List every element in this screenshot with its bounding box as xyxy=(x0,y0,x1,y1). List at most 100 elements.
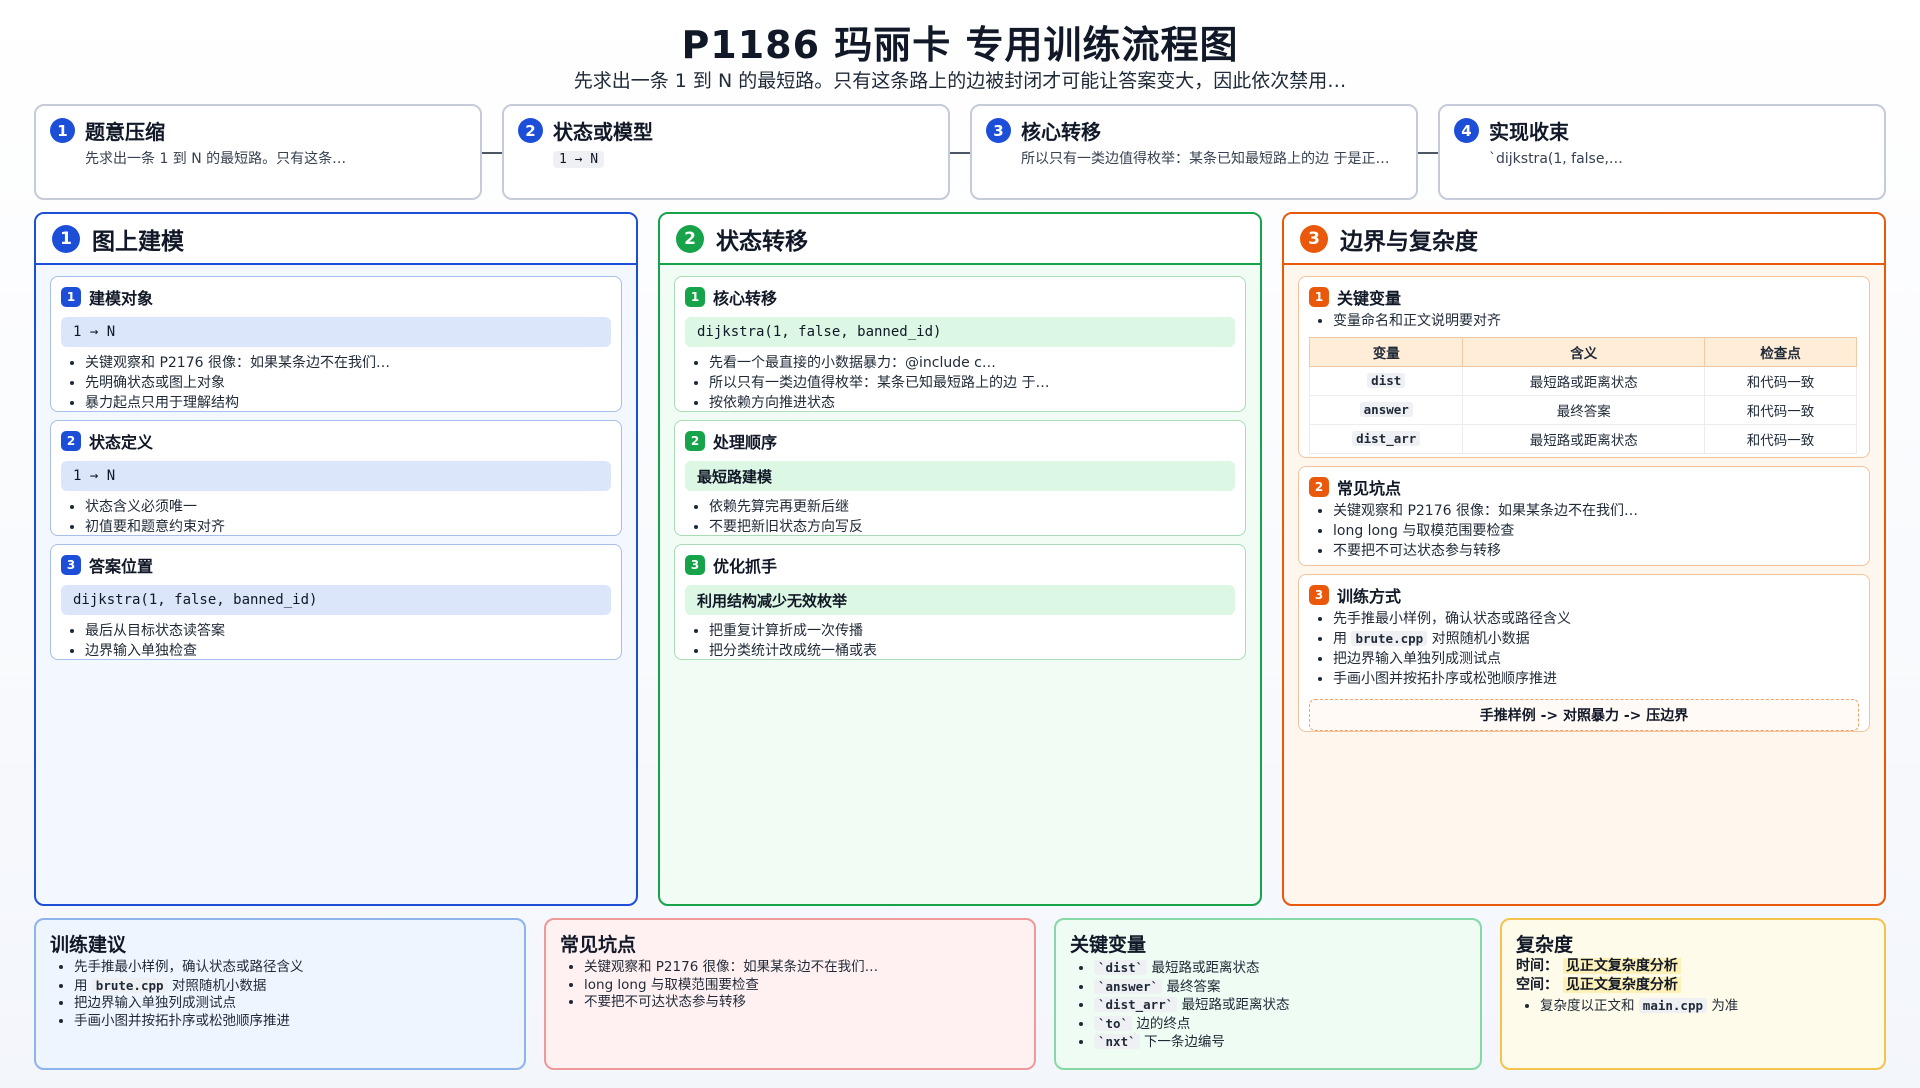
flow-connector xyxy=(950,152,970,154)
card-title: 优化抓手 xyxy=(713,557,778,576)
card-number-badge: 3 xyxy=(685,555,705,575)
flow-step-title: 状态或模型 xyxy=(553,120,653,144)
flow-step-desc: 所以只有一类边值得枚举：某条已知最短路上的边 于是正… xyxy=(1021,151,1390,167)
card-state-definition: 2 状态定义 1 → N 状态含义必须唯一 初值要和题意约束对齐 xyxy=(50,420,622,536)
space-complexity: 空间： 见正文复杂度分析 xyxy=(1516,976,1870,995)
text-fragment: 为准 xyxy=(1711,998,1739,1014)
card-title: 关键变量 xyxy=(1337,289,1402,308)
list-item: 手画小图并按拓扑序或松弛顺序推进 xyxy=(74,1013,510,1031)
list-item: 按依赖方向推进状态 xyxy=(709,393,1235,413)
flow-step-desc: 先求出一条 1 到 N 的最短路。只有这条… xyxy=(85,151,347,167)
inline-code: `to` xyxy=(1094,1015,1133,1031)
text-fragment: 边的终点 xyxy=(1136,1015,1191,1032)
card-title: 答案位置 xyxy=(89,557,154,576)
text-fragment: 最终答案 xyxy=(1166,978,1221,995)
flow-step-title: 实现收束 xyxy=(1489,120,1569,144)
code-snippet: dijkstra(1, false, banned_id) xyxy=(685,317,1235,347)
card-number-badge: 3 xyxy=(61,555,81,575)
text-fragment: 复杂度以正文和 xyxy=(1540,998,1635,1014)
space-value: 见正文复杂度分析 xyxy=(1562,977,1681,993)
flow-connector xyxy=(482,152,502,154)
step-number-badge: 4 xyxy=(1454,118,1479,143)
list-item: 把重复计算折成一次传播 xyxy=(709,621,1235,641)
flow-connector xyxy=(1418,152,1438,154)
card-processing-order: 2 处理顺序 最短路建模 依赖先算完再更新后继 不要把新旧状态方向写反 xyxy=(674,420,1246,536)
list-item: `nxt` 下一条边编号 xyxy=(1094,1033,1466,1052)
card-title: 训练方式 xyxy=(1337,587,1402,606)
card-training-method: 3 训练方式 先手推最小样例，确认状态或路径含义 用 brute.cpp 对照随… xyxy=(1298,574,1870,732)
list-item: 先看一个最直接的小数据暴力：@include c… xyxy=(709,353,1235,373)
inline-code: `dist` xyxy=(1094,960,1148,975)
panel-title: 训练建议 xyxy=(50,934,127,956)
column-title: 边界与复杂度 xyxy=(1340,228,1478,255)
column-number-badge: 3 xyxy=(1300,224,1328,253)
list-item: 手画小图并按拓扑序或松弛顺序推进 xyxy=(1333,669,1859,689)
time-complexity: 时间： 见正文复杂度分析 xyxy=(1516,957,1870,976)
column-bounds-complexity: 3 边界与复杂度 1 关键变量 变量命名和正文说明要对齐 变量 含义 检查点 d… xyxy=(1282,212,1886,906)
time-label: 时间： xyxy=(1516,958,1558,974)
time-value: 见正文复杂度分析 xyxy=(1562,958,1681,974)
list-item: long long 与取模范围要检查 xyxy=(584,977,1020,995)
inline-code: `nxt` xyxy=(1094,1034,1140,1049)
table-cell: 和代码一致 xyxy=(1704,395,1857,425)
card-key-variables: 1 关键变量 变量命名和正文说明要对齐 变量 含义 检查点 dist 最短路或距… xyxy=(1298,276,1870,458)
flow-step-code: 1 → N xyxy=(553,151,605,168)
table-cell: 最短路或距离状态 xyxy=(1462,424,1706,454)
column-state-transition: 2 状态转移 1 核心转移 dijkstra(1, false, banned_… xyxy=(658,212,1262,906)
card-answer-location: 3 答案位置 dijkstra(1, false, banned_id) 最后从… xyxy=(50,544,622,660)
text-fragment: 最短路或距离状态 xyxy=(1181,997,1290,1013)
flow-strip: 1 题意压缩 先求出一条 1 到 N 的最短路。只有这条… 2 状态或模型 1 … xyxy=(34,104,1886,202)
highlight-bar: 利用结构减少无效枚举 xyxy=(685,585,1235,615)
column-title: 图上建模 xyxy=(92,228,184,255)
list-item: 把边界输入单独列成测试点 xyxy=(1333,649,1859,669)
card-title: 常见坑点 xyxy=(1337,479,1402,498)
column-number-badge: 1 xyxy=(52,224,80,253)
card-number-badge: 1 xyxy=(685,287,705,307)
list-item: 关键观察和 P2176 很像：如果某条边不在我们… xyxy=(584,959,1020,977)
list-item: 所以只有一类边值得枚举：某条已知最短路上的边 于… xyxy=(709,373,1235,393)
highlight-bar: 最短路建模 xyxy=(685,461,1235,491)
inline-code: brute.cpp xyxy=(91,977,168,993)
card-optimization: 3 优化抓手 利用结构减少无效枚举 把重复计算折成一次传播 把分类统计改成统一桶… xyxy=(674,544,1246,660)
list-item: 把分类统计改成统一桶或表 xyxy=(709,641,1235,661)
flow-step-desc: `dijkstra(1, false,… xyxy=(1489,151,1623,167)
text-fragment: 下一条边编号 xyxy=(1143,1034,1225,1050)
card-title: 核心转移 xyxy=(713,289,778,308)
card-number-badge: 2 xyxy=(685,431,705,451)
column-title: 状态转移 xyxy=(716,228,808,255)
flow-step-title: 核心转移 xyxy=(1021,120,1101,144)
card-number-badge: 2 xyxy=(1309,477,1329,497)
flow-step-3: 3 核心转移 所以只有一类边值得枚举：某条已知最短路上的边 于是正… xyxy=(970,104,1418,200)
list-item: 不要把不可达状态参与转移 xyxy=(1333,541,1859,561)
variables-table: 变量 含义 检查点 dist 最短路或距离状态 和代码一致 answer 最终答… xyxy=(1308,337,1857,454)
page-title: P1186 玛丽卡 专用训练流程图 xyxy=(681,23,1239,67)
column-graph-modeling: 1 图上建模 1 建模对象 1 → N 关键观察和 P2176 很像：如果某条边… xyxy=(34,212,638,906)
card-number-badge: 2 xyxy=(61,431,81,451)
card-core-transition: 1 核心转移 dijkstra(1, false, banned_id) 先看一… xyxy=(674,276,1246,412)
panel-title: 复杂度 xyxy=(1516,934,1574,956)
table-cell: 最终答案 xyxy=(1462,395,1706,425)
list-item: 不要把不可达状态参与转移 xyxy=(584,994,1020,1012)
list-item: 边界输入单独检查 xyxy=(85,641,611,661)
table-row: dist 最短路或距离状态 和代码一致 xyxy=(1308,366,1857,396)
table-cell-code: dist xyxy=(1367,373,1406,388)
code-snippet: 1 → N xyxy=(61,461,611,491)
panel-title: 常见坑点 xyxy=(560,934,637,956)
panel-complexity: 复杂度 时间： 见正文复杂度分析 空间： 见正文复杂度分析 复杂度以正文和 ma… xyxy=(1500,918,1886,1070)
text-fragment: 用 xyxy=(1333,631,1347,647)
table-header: 检查点 xyxy=(1704,337,1857,367)
list-item: 先明确状态或图上对象 xyxy=(85,373,611,393)
list-item: `answer` 最终答案 xyxy=(1094,978,1466,997)
list-item: 把边界输入单独列成测试点 xyxy=(74,995,510,1013)
card-modeling-object: 1 建模对象 1 → N 关键观察和 P2176 很像：如果某条边不在我们… 先… xyxy=(50,276,622,412)
list-item: `dist` 最短路或距离状态 xyxy=(1094,959,1466,978)
list-item: long long 与取模范围要检查 xyxy=(1333,521,1859,541)
list-item: 不要把新旧状态方向写反 xyxy=(709,517,1235,537)
list-item: 用 brute.cpp 对照随机小数据 xyxy=(74,977,510,996)
table-cell-code: answer xyxy=(1359,402,1413,417)
list-item: 关键观察和 P2176 很像：如果某条边不在我们… xyxy=(1333,501,1859,521)
table-row: dist_arr 最短路或距离状态 和代码一致 xyxy=(1308,424,1857,454)
code-snippet: 1 → N xyxy=(61,317,611,347)
card-title: 建模对象 xyxy=(89,289,154,308)
list-item: 初值要和题意约束对齐 xyxy=(85,517,611,537)
